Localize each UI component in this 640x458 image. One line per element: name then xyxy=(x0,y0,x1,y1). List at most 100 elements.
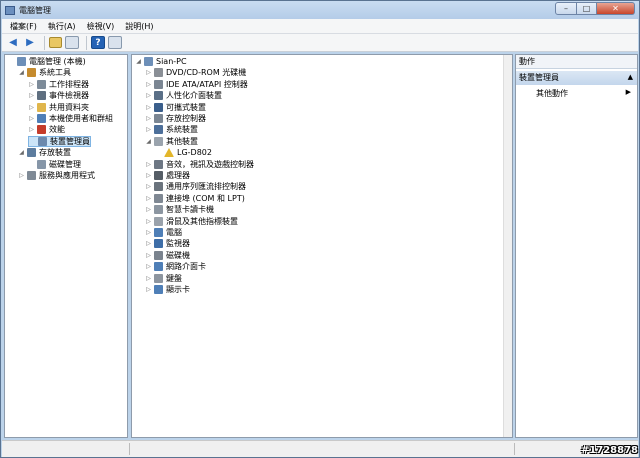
tree-item[interactable]: ▷ IDE ATA/ATAPI 控制器 xyxy=(145,79,248,90)
expand-arrow-icon[interactable]: ▷ xyxy=(145,172,152,179)
expand-arrow-icon[interactable]: ▷ xyxy=(28,115,35,122)
tree-item[interactable]: ▷ 工作排程器 xyxy=(28,79,89,90)
forward-arrow-icon[interactable]: ▶ xyxy=(23,36,37,49)
monitor-icon xyxy=(154,239,163,249)
tree-item[interactable]: 裝置管理員 xyxy=(28,135,91,147)
expand-arrow-icon[interactable]: ▷ xyxy=(145,263,152,270)
tree-item[interactable]: ▷ 服務與應用程式 xyxy=(18,170,95,181)
expand-arrow-icon[interactable]: ▷ xyxy=(145,240,152,247)
action-pane-icon[interactable] xyxy=(108,36,122,49)
expand-arrow-icon[interactable]: ▷ xyxy=(28,81,35,88)
tree-item[interactable]: ▷ 共用資料夾 xyxy=(28,102,89,113)
expand-arrow-icon[interactable]: ▷ xyxy=(145,126,152,133)
expand-arrow-icon[interactable]: ▷ xyxy=(145,275,152,282)
tree-item-label: 監視器 xyxy=(166,239,190,249)
usb-icon xyxy=(154,182,163,192)
collapse-arrow-icon[interactable]: ◢ xyxy=(18,149,25,156)
processor-icon xyxy=(154,171,163,180)
vertical-scrollbar[interactable] xyxy=(503,55,512,437)
collapse-caret-icon[interactable]: ▲ xyxy=(628,71,633,84)
expand-arrow-icon[interactable]: ▷ xyxy=(145,206,152,213)
tree-item[interactable]: ▷ 智慧卡讀卡機 xyxy=(145,204,214,215)
minimize-button[interactable]: – xyxy=(555,2,577,15)
expand-arrow-icon[interactable]: ▷ xyxy=(145,69,152,76)
expand-arrow-icon[interactable]: ▷ xyxy=(145,115,152,122)
disk-drive-icon xyxy=(154,250,163,260)
expand-arrow-icon[interactable]: ▷ xyxy=(28,92,35,99)
tree-item[interactable]: ▷ 通用序列匯流排控制器 xyxy=(145,181,246,192)
collapse-arrow-icon[interactable]: ◢ xyxy=(145,138,152,145)
tree-item-label: 服務與應用程式 xyxy=(39,171,95,180)
expand-arrow-icon[interactable]: ▷ xyxy=(145,195,152,202)
tree-item[interactable]: ▷ 人性化介面裝置 xyxy=(145,90,222,101)
tree-item[interactable]: ▷ 滑鼠及其他指標裝置 xyxy=(145,216,238,227)
shared-folder-icon xyxy=(37,102,46,112)
expand-arrow-icon[interactable]: ▷ xyxy=(145,183,152,190)
tree-item[interactable]: ▷ 磁碟機 xyxy=(145,250,190,261)
menu-view[interactable]: 檢視(V) xyxy=(87,21,115,32)
expand-arrow-icon[interactable]: ▷ xyxy=(145,229,152,236)
show-hide-tree-icon[interactable] xyxy=(65,36,79,49)
expand-arrow-icon[interactable]: ▷ xyxy=(28,104,35,111)
tree-item-label: DVD/CD-ROM 光碟機 xyxy=(166,68,247,78)
tree-item[interactable]: ▷ 連接埠 (COM 和 LPT) xyxy=(145,193,245,204)
tree-item[interactable]: ▷ 存放控制器 xyxy=(145,113,206,124)
expand-arrow-icon[interactable]: ▷ xyxy=(145,286,152,293)
more-actions-item[interactable]: 其他動作 xyxy=(536,88,568,99)
back-arrow-icon[interactable]: ◀ xyxy=(6,36,20,49)
status-bar xyxy=(2,440,638,457)
status-divider xyxy=(129,443,130,455)
menu-help[interactable]: 說明(H) xyxy=(125,21,153,32)
submenu-arrow-icon[interactable]: ▶ xyxy=(626,88,631,96)
display-adapter-icon xyxy=(154,285,163,294)
tree-item-label: 網路介面卡 xyxy=(166,262,206,272)
tree-item[interactable]: ▷ 網路介面卡 xyxy=(145,261,206,272)
tree-item[interactable]: ▷ 效能 xyxy=(28,124,65,135)
tree-item[interactable]: ▷ 音效，視訊及遊戲控制器 xyxy=(145,159,254,170)
tree-item[interactable]: ▷ 電腦 xyxy=(145,227,182,238)
tree-item[interactable]: ◢ 存放裝置 xyxy=(18,147,71,158)
tree-item[interactable]: ▷ 系統裝置 xyxy=(145,124,198,135)
tree-item[interactable]: ▷ DVD/CD-ROM 光碟機 xyxy=(145,67,246,78)
tree-item-label: 效能 xyxy=(49,125,65,135)
tree-item[interactable]: ◢ 系統工具 xyxy=(18,67,71,78)
expand-arrow-icon[interactable]: ▷ xyxy=(18,172,25,179)
folder-up-icon[interactable] xyxy=(49,37,62,48)
tree-item[interactable]: 磁碟管理 xyxy=(28,159,81,170)
expand-arrow-icon[interactable]: ▷ xyxy=(28,126,35,133)
tree-item[interactable]: ◢ Sian-PC xyxy=(135,56,187,67)
toolbar: ◀ ▶ ? xyxy=(2,34,638,52)
collapse-arrow-icon[interactable]: ◢ xyxy=(18,69,25,76)
menu-action[interactable]: 執行(A) xyxy=(48,21,76,32)
help-icon[interactable]: ? xyxy=(91,36,105,49)
tree-item[interactable]: 電腦管理 (本機) xyxy=(8,56,86,67)
expand-arrow-icon[interactable]: ▷ xyxy=(145,252,152,259)
tree-item-label: 其他裝置 xyxy=(166,136,198,146)
tree-item[interactable]: ▷ 事件檢視器 xyxy=(28,90,89,101)
tree-item[interactable]: ◢ 其他裝置 xyxy=(145,136,198,147)
tree-item[interactable]: ▷ 本機使用者和群組 xyxy=(28,113,113,124)
tree-item[interactable]: LG-D802 xyxy=(155,147,212,158)
tree-item-label: 系統工具 xyxy=(39,68,71,78)
tree-item[interactable]: ▷ 顯示卡 xyxy=(145,284,190,295)
tree-item[interactable]: ▷ 處理器 xyxy=(145,170,190,181)
tree-item-label: 事件檢視器 xyxy=(49,91,89,101)
performance-icon xyxy=(37,125,46,135)
maximize-button[interactable]: □ xyxy=(577,2,597,15)
toolbar-separator xyxy=(44,35,45,50)
expand-arrow-icon[interactable]: ▷ xyxy=(145,161,152,168)
expand-arrow-icon[interactable]: ▷ xyxy=(145,81,152,88)
menu-file[interactable]: 檔案(F) xyxy=(10,21,37,32)
actions-section-device-manager[interactable]: 裝置管理員 ▲ xyxy=(516,71,637,85)
title-bar[interactable]: 電腦管理 – □ ✕ xyxy=(1,1,639,19)
expand-arrow-icon[interactable]: ▷ xyxy=(145,104,152,111)
tree-item[interactable]: ▷ 鍵盤 xyxy=(145,273,182,284)
tree-item[interactable]: ▷ 可攜式裝置 xyxy=(145,102,206,113)
tree-item[interactable]: ▷ 監視器 xyxy=(145,238,190,249)
tree-item-label: 人性化介面裝置 xyxy=(166,91,222,101)
hid-icon xyxy=(154,91,163,101)
expand-arrow-icon[interactable]: ▷ xyxy=(145,218,152,225)
expand-arrow-icon[interactable]: ▷ xyxy=(145,92,152,99)
close-button[interactable]: ✕ xyxy=(597,2,635,15)
collapse-arrow-icon[interactable]: ◢ xyxy=(135,58,142,65)
